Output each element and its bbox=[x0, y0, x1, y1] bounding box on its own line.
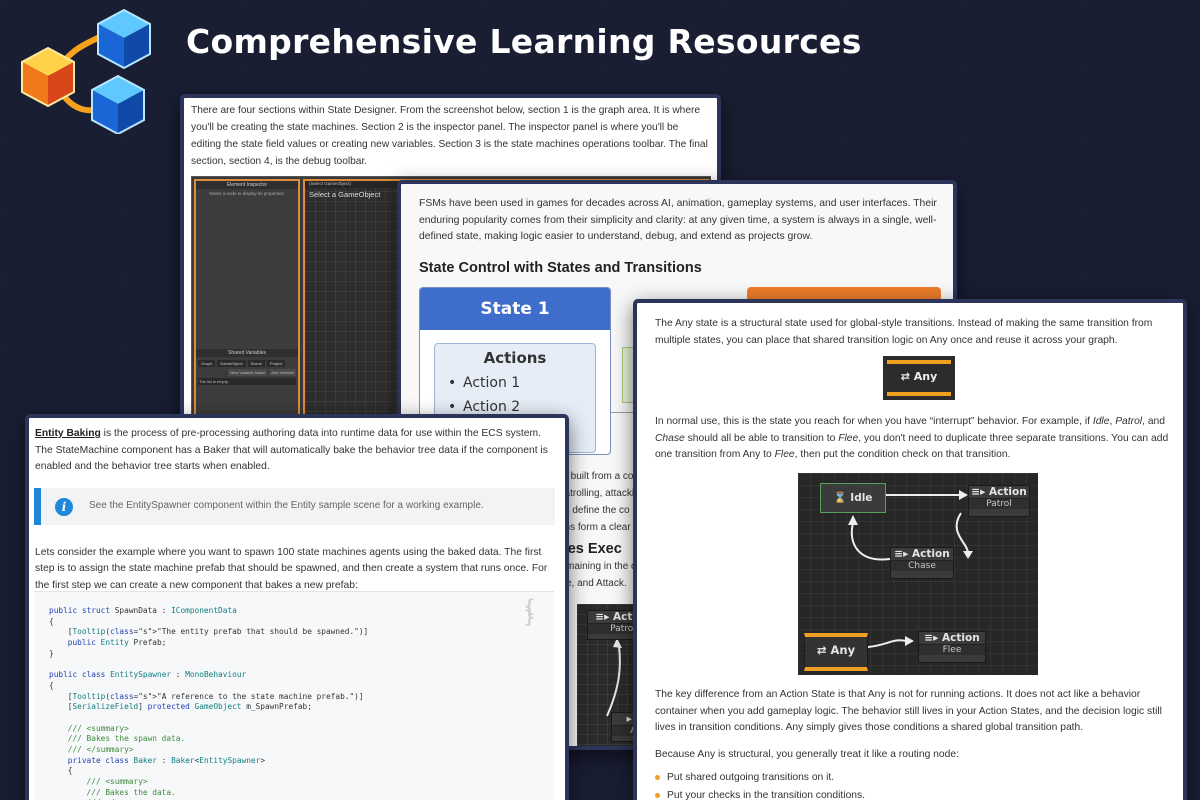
inspector-panel: Element Inspector Select a node to displ… bbox=[194, 179, 300, 417]
code-line: /// <summary> bbox=[49, 723, 129, 733]
callout-text: See the EntitySpawner component within t… bbox=[89, 499, 484, 511]
node-subtitle: Chase bbox=[891, 560, 953, 571]
routing-list: Put shared outgoing transitions on it. P… bbox=[655, 769, 1175, 800]
list-item: Put shared outgoing transitions on it. bbox=[655, 769, 1175, 787]
variables-empty-text: The list is empty. bbox=[198, 378, 296, 385]
action-node-patrol[interactable]: ≡▸ Action Patrol bbox=[968, 485, 1030, 517]
code-line: /// Bakes the data. bbox=[49, 787, 176, 797]
text-fragment: ons form a clear bbox=[559, 522, 631, 533]
code-line: public Entity Prefab; bbox=[67, 638, 167, 648]
cube-cluster-logo bbox=[21, 8, 151, 134]
code-line: [SerializeField] protected GameObject m_… bbox=[49, 702, 312, 712]
transition-arrows-icon: ⇄ bbox=[816, 643, 827, 657]
page-title: Comprehensive Learning Resources bbox=[186, 22, 862, 61]
transition-arrows-icon: ▸ bbox=[626, 713, 632, 725]
node-title: Idle bbox=[850, 492, 873, 504]
node-title: Any bbox=[830, 643, 856, 657]
any-routing-text: Because Any is structural, you generally… bbox=[655, 748, 959, 760]
state-title: State 1 bbox=[420, 288, 610, 330]
any-state-panel: The Any state is a structural state used… bbox=[633, 299, 1187, 800]
code-line: public struct SpawnData : IComponentData bbox=[49, 606, 237, 615]
code-line: { bbox=[49, 766, 73, 776]
code-line: private class Baker : Baker<EntitySpawne… bbox=[67, 755, 266, 765]
tab-gameobject[interactable]: GameObject bbox=[217, 360, 246, 367]
any-intro-text: The Any state is a structural state used… bbox=[655, 318, 1153, 346]
tab-scene[interactable]: Scene bbox=[247, 360, 265, 367]
info-callout: i See the EntitySpawner component within… bbox=[34, 487, 555, 525]
new-variable-name-field[interactable]: New Variable Name bbox=[228, 369, 268, 376]
any-state-badge: ⇄ Any bbox=[883, 356, 955, 400]
any-state-node[interactable]: ⇄ Any bbox=[804, 633, 868, 671]
badge-bottom-bar bbox=[887, 392, 951, 396]
tab-project[interactable]: Project bbox=[266, 360, 286, 367]
fsm-body-fragments-2: maining in the cu e, and Attack. bbox=[566, 558, 642, 592]
transition-arrows-icon: ⇄ bbox=[900, 370, 910, 383]
actions-title: Actions bbox=[483, 349, 547, 367]
inspector-hint: Select a node to display its properties. bbox=[208, 191, 286, 196]
node-title: Action bbox=[942, 632, 980, 644]
action-item: Action 2 bbox=[448, 399, 595, 415]
node-title: Action bbox=[989, 486, 1027, 498]
text-fragment: ns define the co bbox=[559, 505, 630, 516]
any-usage-text: In normal use, this is the state you rea… bbox=[655, 416, 1169, 461]
any-badge-label: Any bbox=[913, 370, 938, 383]
shared-variables-title: Shared Variables bbox=[196, 349, 298, 357]
fsm-heading: State Control with States and Transition… bbox=[419, 259, 702, 276]
baking-steps-text: Lets consider the example where you want… bbox=[35, 546, 548, 591]
any-state-graph[interactable]: ⌛ Idle ≡▸ Action Patrol ≡▸ Action Chase … bbox=[798, 473, 1038, 675]
text-fragment: e, and Attack. bbox=[566, 578, 627, 589]
code-line: /// Bakes the spawn data. bbox=[49, 734, 186, 744]
transition-arrows-icon: ≡▸ bbox=[924, 632, 939, 644]
baking-intro-text: Entity Baking is the process of pre-proc… bbox=[35, 428, 548, 472]
transition-arrows-icon: ≡▸ bbox=[894, 548, 909, 560]
code-braces-icon[interactable]: { } bbox=[524, 597, 554, 626]
text-fragment: re built from a co bbox=[559, 471, 634, 482]
add-variable-button[interactable]: Add Variable bbox=[269, 369, 296, 376]
node-subtitle: Flee bbox=[919, 644, 985, 655]
code-line: public class EntitySpawner : MonoBehavio… bbox=[49, 670, 247, 680]
action-item: Action 1 bbox=[448, 375, 595, 391]
shared-variables-section: Shared Variables Graph GameObject Scene … bbox=[196, 349, 298, 385]
node-subtitle: Patrol bbox=[969, 498, 1029, 509]
idle-state-node[interactable]: ⌛ Idle bbox=[820, 483, 886, 513]
tab-graph[interactable]: Graph bbox=[198, 360, 216, 367]
fsm-body-fragments: re built from a co patrolling, attackin … bbox=[559, 468, 640, 536]
any-difference-text: The key difference from an Action State … bbox=[655, 689, 1162, 734]
sections-intro-text: There are four sections within State Des… bbox=[191, 105, 708, 167]
transition-arrows-icon: ≡▸ bbox=[595, 611, 610, 623]
inspector-title: Element Inspector bbox=[196, 181, 298, 189]
code-line: /// </summary> bbox=[49, 744, 134, 754]
badge-top-bar bbox=[887, 360, 951, 364]
text-fragment: patrolling, attackin bbox=[559, 488, 640, 499]
list-item: Put your checks in the transition condit… bbox=[655, 787, 1175, 800]
code-line: /// <summary> bbox=[49, 777, 148, 786]
info-icon: i bbox=[55, 497, 73, 516]
code-line: } bbox=[49, 648, 54, 658]
gameobject-selector[interactable]: (Select GameObject) bbox=[309, 181, 351, 188]
code-line: [Tooltip(class="s">"The entity prefab th… bbox=[49, 627, 369, 637]
action-node-chase[interactable]: ≡▸ Action Chase bbox=[890, 547, 954, 579]
entity-baking-link[interactable]: Entity Baking bbox=[35, 428, 101, 439]
node-title: Action bbox=[912, 548, 950, 560]
entity-baking-panel: Entity Baking is the process of pre-proc… bbox=[25, 414, 569, 800]
code-line: { bbox=[49, 680, 54, 690]
text-fragment: maining in the cu bbox=[566, 561, 642, 572]
code-line: { bbox=[49, 616, 54, 626]
transition-arrows-icon: ≡▸ bbox=[971, 486, 986, 498]
code-block: { } public struct SpawnData : IComponent… bbox=[34, 591, 554, 800]
fsm-intro-text: FSMs have been used in games for decades… bbox=[419, 198, 937, 242]
code-line: [Tooltip(class="s">"A reference to the s… bbox=[49, 691, 364, 701]
hourglass-icon: ⌛ bbox=[833, 492, 847, 504]
code-lines: public struct SpawnData : IComponentData… bbox=[49, 606, 554, 800]
action-node-flee[interactable]: ≡▸ Action Flee bbox=[918, 631, 986, 663]
